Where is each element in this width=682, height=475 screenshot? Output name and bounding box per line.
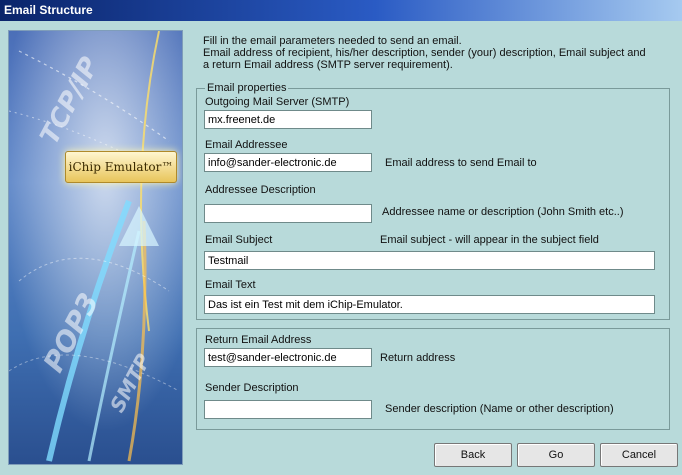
addressee-label: Email Addressee (205, 139, 288, 151)
outgoing-server-input[interactable] (204, 110, 372, 129)
splash-graphic (9, 31, 182, 464)
intro-line-1: Fill in the email parameters needed to s… (203, 35, 462, 47)
return-address-hint: Return address (380, 352, 456, 364)
sender-description-input[interactable] (204, 400, 372, 419)
addressee-description-label: Addressee Description (205, 184, 316, 196)
intro-line-3: a return Email address (SMTP server requ… (203, 59, 453, 71)
sender-description-label: Sender Description (205, 382, 299, 394)
outgoing-server-label: Outgoing Mail Server (SMTP) (205, 96, 350, 108)
addressee-description-input[interactable] (204, 204, 372, 223)
email-properties-legend: Email properties (205, 82, 289, 94)
sender-description-hint: Sender description (Name or other descri… (385, 403, 614, 415)
go-button[interactable]: Go (517, 443, 595, 467)
ichip-emulator-logo: iChip Emulator™ (65, 151, 177, 183)
addressee-hint: Email address to send Email to (385, 157, 537, 169)
return-address-input[interactable] (204, 348, 372, 367)
email-text-label: Email Text (205, 279, 256, 291)
subject-input[interactable] (204, 251, 655, 270)
back-button[interactable]: Back (434, 443, 512, 467)
intro-line-2: Email address of recipient, his/her desc… (203, 47, 646, 59)
subject-hint: Email subject - will appear in the subje… (380, 234, 599, 246)
subject-label: Email Subject (205, 234, 273, 246)
splash-image: TCP/IP POP3 SMTP iChip Emulator™ (8, 30, 183, 465)
cancel-button[interactable]: Cancel (600, 443, 678, 467)
email-text-input[interactable] (204, 295, 655, 314)
addressee-description-hint: Addressee name or description (John Smit… (382, 206, 624, 218)
window-title: Email Structure (0, 0, 682, 21)
addressee-input[interactable] (204, 153, 372, 172)
intro-text: Fill in the email parameters needed to s… (203, 35, 673, 71)
return-address-label: Return Email Address (205, 334, 312, 346)
